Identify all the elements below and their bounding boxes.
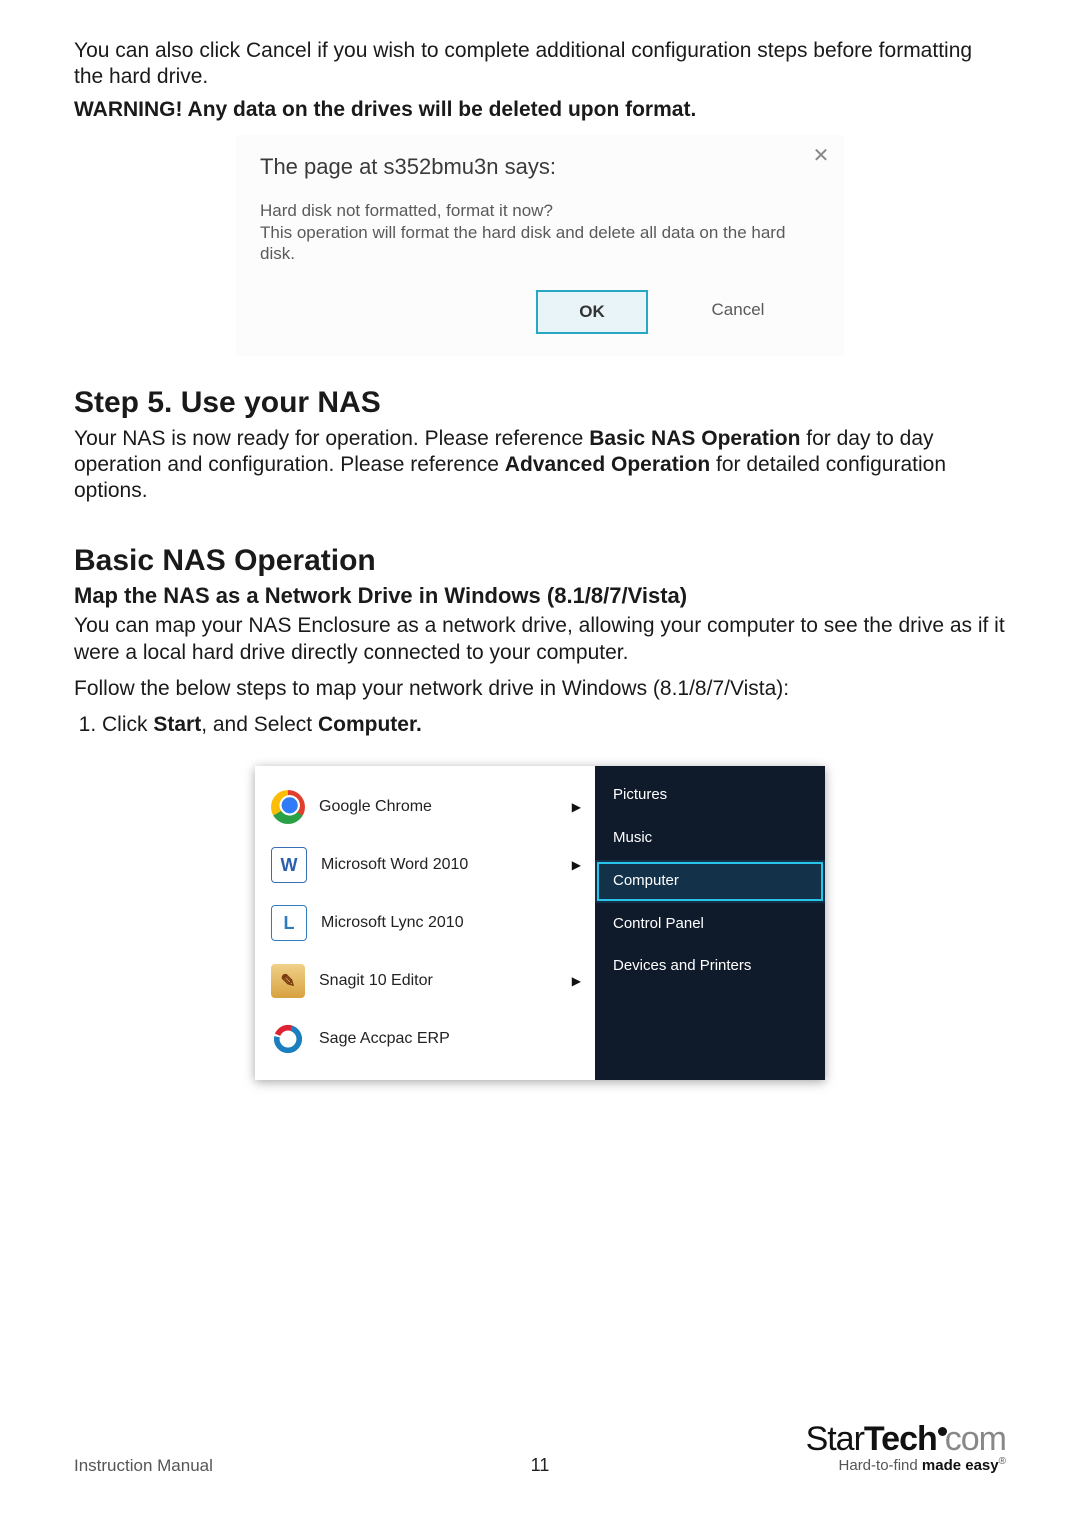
dialog-line1: Hard disk not formatted, format it now? (260, 201, 553, 220)
submenu-arrow-icon: ▶ (572, 858, 581, 873)
ok-button[interactable]: OK (536, 290, 648, 334)
cancel-button[interactable]: Cancel (684, 290, 792, 330)
start-item-label: Snagit 10 Editor (319, 971, 433, 991)
start-item-label: Microsoft Word 2010 (321, 855, 468, 875)
ref-start: Start (153, 713, 201, 736)
dialog-line2: This operation will format the hard disk… (260, 223, 785, 263)
snagit-icon: ✎ (271, 964, 305, 998)
steps-list: Click Start, and Select Computer. (74, 712, 1006, 738)
start-item-sage[interactable]: Sage Accpac ERP (255, 1010, 595, 1068)
start-menu-screenshot: Google Chrome ▶ W Microsoft Word 2010 ▶ … (74, 766, 1006, 1080)
start-right-pictures[interactable]: Pictures (595, 774, 825, 817)
start-item-label: Google Chrome (319, 797, 432, 817)
submenu-arrow-icon: ▶ (572, 974, 581, 989)
logo-dot-icon (938, 1427, 947, 1436)
step5-paragraph: Your NAS is now ready for operation. Ple… (74, 426, 1006, 505)
close-icon[interactable]: ✕ (810, 145, 832, 167)
word-icon: W (271, 847, 307, 883)
start-item-snagit[interactable]: ✎ Snagit 10 Editor ▶ (255, 952, 595, 1010)
browser-alert-dialog: ✕ The page at s352bmu3n says: Hard disk … (236, 135, 844, 356)
map-drive-p2: Follow the below steps to map your netwo… (74, 676, 1006, 702)
lync-icon: L (271, 905, 307, 941)
text: Your NAS is now ready for operation. Ple… (74, 427, 589, 450)
ref-computer: Computer. (318, 713, 422, 736)
text: Click (102, 713, 153, 736)
start-item-label: Microsoft Lync 2010 (321, 913, 464, 933)
start-right-control-panel[interactable]: Control Panel (595, 903, 825, 946)
start-right-devices-printers[interactable]: Devices and Printers (595, 945, 825, 988)
dialog-message: Hard disk not formatted, format it now? … (260, 200, 820, 264)
start-item-word[interactable]: W Microsoft Word 2010 ▶ (255, 836, 595, 894)
text: , and Select (201, 713, 318, 736)
start-item-label: Sage Accpac ERP (319, 1029, 450, 1049)
start-item-lync[interactable]: L Microsoft Lync 2010 (255, 894, 595, 952)
dialog-title: The page at s352bmu3n says: (260, 153, 820, 181)
start-menu-right-pane: Pictures Music Computer Control Panel De… (595, 766, 825, 1080)
ref-basic-nas-operation: Basic NAS Operation (589, 427, 800, 450)
logo-part-tech: Tech (864, 1420, 937, 1458)
intro-paragraph: You can also click Cancel if you wish to… (74, 38, 1006, 91)
start-menu-left-pane: Google Chrome ▶ W Microsoft Word 2010 ▶ … (255, 766, 595, 1080)
start-right-music[interactable]: Music (595, 817, 825, 860)
warning-text: WARNING! Any data on the drives will be … (74, 97, 1006, 123)
sage-icon (271, 1022, 305, 1056)
format-dialog-screenshot: ✕ The page at s352bmu3n says: Hard disk … (74, 135, 1006, 356)
logo-part-com: com (945, 1420, 1006, 1458)
ref-advanced-operation: Advanced Operation (505, 453, 710, 476)
step-item-1: Click Start, and Select Computer. (102, 712, 1006, 738)
submenu-arrow-icon: ▶ (572, 800, 581, 815)
step5-heading: Step 5. Use your NAS (74, 384, 1006, 422)
map-drive-p1: You can map your NAS Enclosure as a netw… (74, 613, 1006, 666)
start-right-computer[interactable]: Computer (595, 860, 825, 903)
chrome-icon (271, 790, 305, 824)
page-number: 11 (74, 1454, 1006, 1477)
logo-part-star: Star (806, 1420, 864, 1458)
start-item-chrome[interactable]: Google Chrome ▶ (255, 778, 595, 836)
map-drive-subheading: Map the NAS as a Network Drive in Window… (74, 582, 1006, 610)
basic-nas-heading: Basic NAS Operation (74, 542, 1006, 580)
